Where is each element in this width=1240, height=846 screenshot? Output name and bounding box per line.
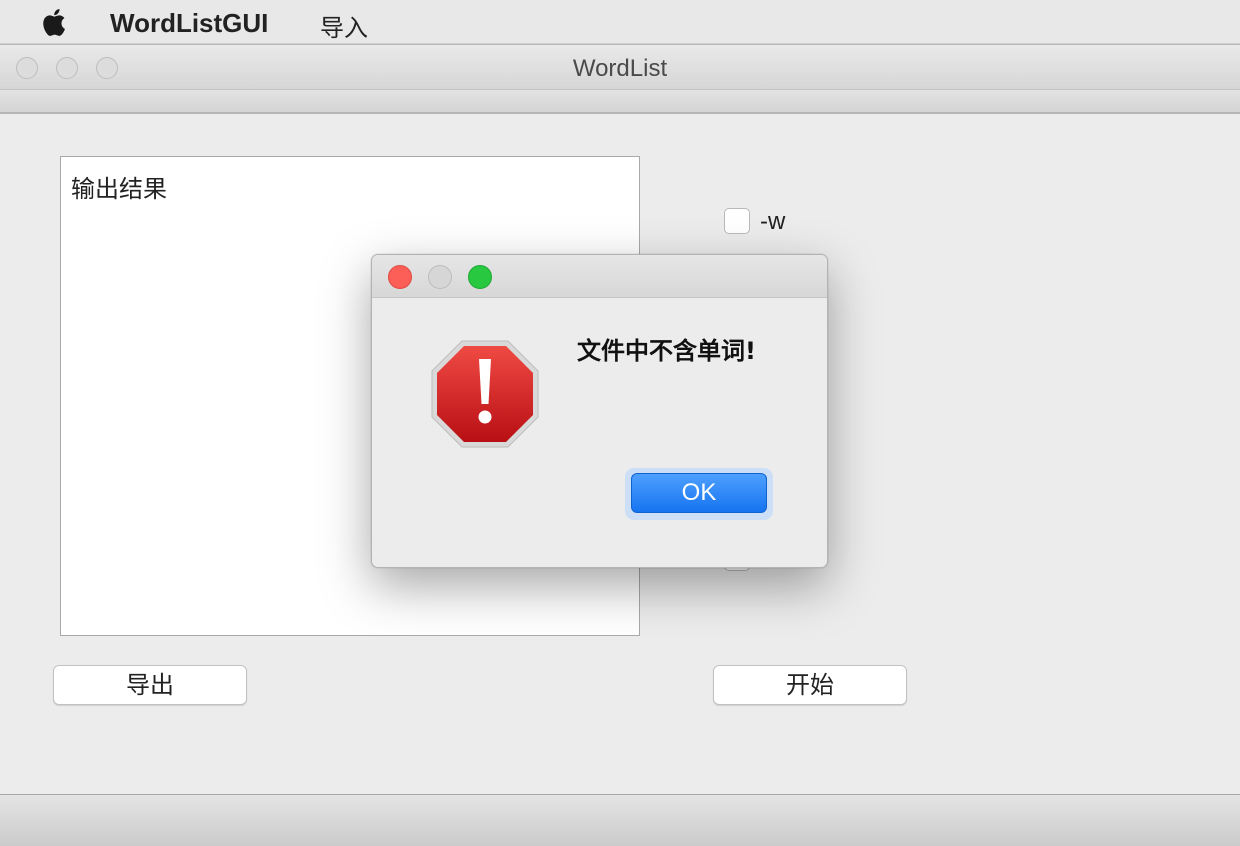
- dialog-zoom-button[interactable]: [468, 265, 492, 289]
- menu-app-name[interactable]: WordListGUI: [110, 8, 268, 39]
- window-bottom-bar: [0, 794, 1240, 846]
- start-button[interactable]: 开始: [713, 665, 907, 705]
- apple-logo-icon[interactable]: [40, 6, 70, 38]
- window-titlebar: WordList: [0, 44, 1240, 90]
- menu-import[interactable]: 导入: [320, 8, 368, 43]
- window-title: WordList: [572, 55, 668, 82]
- alert-dialog: 文件中不含单词! OK: [371, 254, 828, 568]
- export-button[interactable]: 导出: [53, 665, 247, 705]
- output-text: 输出结果: [71, 175, 167, 203]
- dialog-titlebar: [372, 255, 827, 298]
- stop-alert-icon: [431, 340, 539, 448]
- dialog-minimize-button[interactable]: [428, 265, 452, 289]
- menu-bar: WordListGUI 导入: [0, 0, 1240, 44]
- dialog-close-button[interactable]: [388, 265, 412, 289]
- option-w-label: -w: [760, 208, 786, 235]
- option-w-checkbox[interactable]: [724, 208, 750, 234]
- dialog-message: 文件中不含单词!: [577, 337, 756, 365]
- ok-button[interactable]: OK: [631, 473, 767, 513]
- window-toolbar: [0, 90, 1240, 114]
